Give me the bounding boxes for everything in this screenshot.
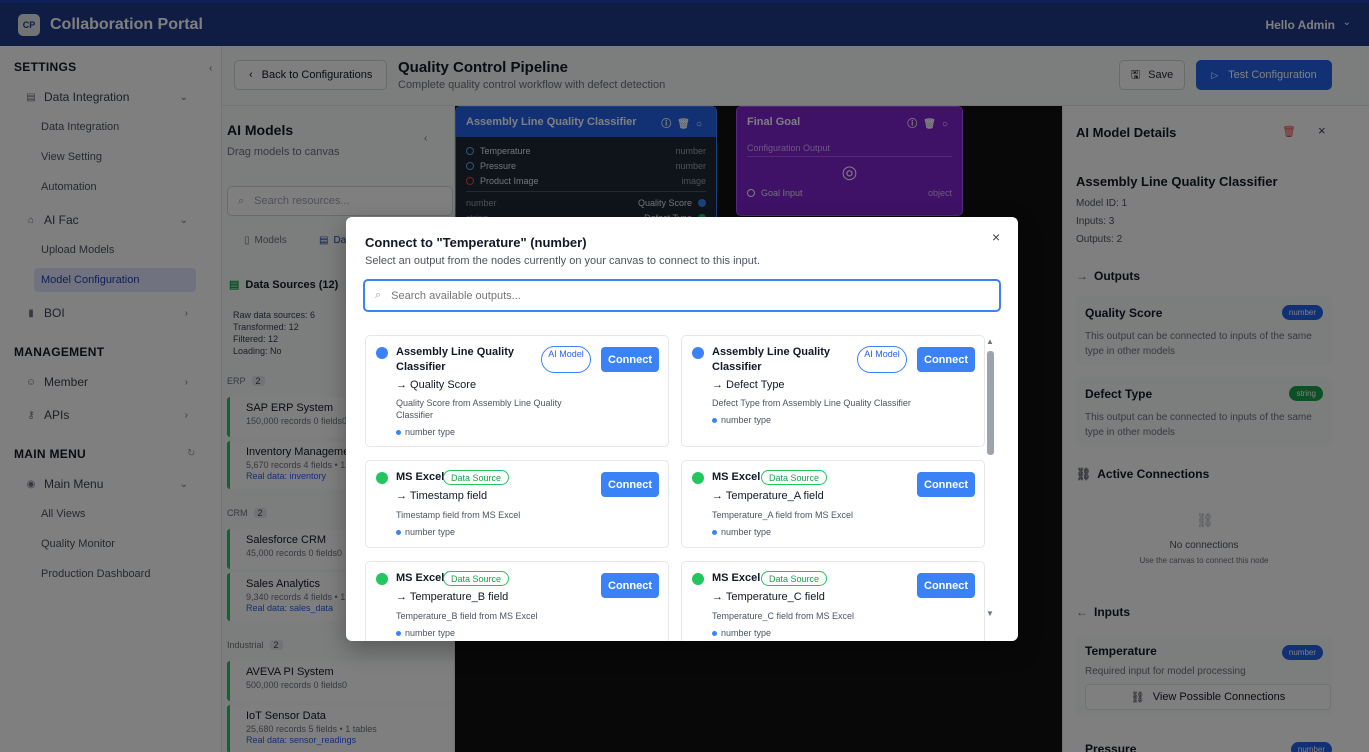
output-option-card[interactable]: MS Excel Data Source Connect → Timestamp…: [365, 460, 669, 548]
status-dot-icon: [376, 472, 388, 484]
field-description: Temperature_A field from MS Excel: [712, 510, 854, 520]
scroll-down-icon[interactable]: ▼: [986, 609, 994, 618]
connect-button[interactable]: Connect: [917, 472, 975, 497]
output-option-card[interactable]: Assembly Line Quality Classifier AI Mode…: [365, 335, 669, 447]
source-type-badge: Data Source: [761, 571, 828, 586]
output-option-card[interactable]: Assembly Line Quality Classifier AI Mode…: [681, 335, 985, 447]
close-icon[interactable]: ×: [992, 229, 1000, 245]
field-description: Quality Score from Assembly Line Quality…: [396, 398, 562, 420]
source-type-badge: AI Model: [857, 346, 907, 373]
status-dot-icon: [376, 347, 388, 359]
type-dot-icon: [396, 630, 401, 636]
type-dot-icon: [712, 417, 717, 423]
source-type-badge: AI Model: [541, 346, 591, 373]
field-type: number type: [396, 628, 455, 638]
output-search-input[interactable]: [391, 289, 952, 302]
source-name: MS Excel: [712, 471, 761, 483]
field-description: Defect Type from Assembly Line Quality C…: [712, 398, 911, 408]
type-label: number type: [721, 415, 772, 425]
output-search-field[interactable]: ⌕: [363, 279, 1001, 312]
field-name: → Timestamp field: [396, 490, 488, 502]
connect-button[interactable]: Connect: [601, 472, 659, 497]
field-name: → Quality Score: [396, 379, 477, 391]
output-option-card[interactable]: MS Excel Data Source Connect → Temperatu…: [681, 561, 985, 641]
modal-title: Connect to "Temperature" (number): [365, 235, 587, 250]
type-label: number type: [721, 527, 772, 537]
type-label: number type: [405, 628, 456, 638]
search-icon: ⌕: [375, 289, 382, 301]
output-option-card[interactable]: MS Excel Data Source Connect → Temperatu…: [365, 561, 669, 641]
field-type: number type: [396, 427, 455, 437]
connect-button[interactable]: Connect: [601, 347, 659, 372]
type-label: number type: [405, 427, 456, 437]
output-option-card[interactable]: MS Excel Data Source Connect → Temperatu…: [681, 460, 985, 548]
field-type: number type: [712, 527, 771, 537]
field-name: → Defect Type: [712, 379, 785, 391]
source-name: MS Excel: [396, 471, 445, 483]
field-name: → Temperature_C field: [712, 591, 825, 603]
source-type-badge: Data Source: [443, 470, 510, 485]
status-dot-icon: [692, 472, 704, 484]
modal-scrollbar[interactable]: ▲ ▼: [986, 335, 995, 619]
scroll-up-icon[interactable]: ▲: [986, 337, 994, 346]
source-name: MS Excel: [396, 572, 445, 584]
field-type: number type: [712, 628, 771, 638]
status-dot-icon: [376, 573, 388, 585]
connect-modal: Connect to "Temperature" (number) Select…: [346, 217, 1018, 641]
source-name: Assembly Line Quality Classifier: [712, 346, 830, 373]
source-name: Assembly Line Quality Classifier: [396, 346, 514, 373]
field-description: Temperature_C field from MS Excel: [712, 611, 855, 621]
field-type: number type: [712, 415, 771, 425]
type-dot-icon: [712, 630, 717, 636]
connect-button[interactable]: Connect: [917, 573, 975, 598]
field-description: Timestamp field from MS Excel: [396, 510, 521, 520]
status-dot-icon: [692, 573, 704, 585]
outputs-list[interactable]: Assembly Line Quality Classifier AI Mode…: [346, 335, 1018, 641]
connect-button[interactable]: Connect: [601, 573, 659, 598]
scroll-thumb[interactable]: [987, 351, 994, 455]
connect-button[interactable]: Connect: [917, 347, 975, 372]
status-dot-icon: [692, 347, 704, 359]
type-dot-icon: [396, 529, 401, 535]
modal-subtitle: Select an output from the nodes currentl…: [365, 255, 761, 267]
source-type-badge: Data Source: [443, 571, 510, 586]
field-name: → Temperature_A field: [712, 490, 824, 502]
type-dot-icon: [396, 429, 401, 435]
type-label: number type: [405, 527, 456, 537]
field-description: Temperature_B field from MS Excel: [396, 611, 538, 621]
type-dot-icon: [712, 529, 717, 535]
field-name: → Temperature_B field: [396, 591, 509, 603]
source-type-badge: Data Source: [761, 470, 828, 485]
source-name: MS Excel: [712, 572, 761, 584]
field-type: number type: [396, 527, 455, 537]
type-label: number type: [721, 628, 772, 638]
